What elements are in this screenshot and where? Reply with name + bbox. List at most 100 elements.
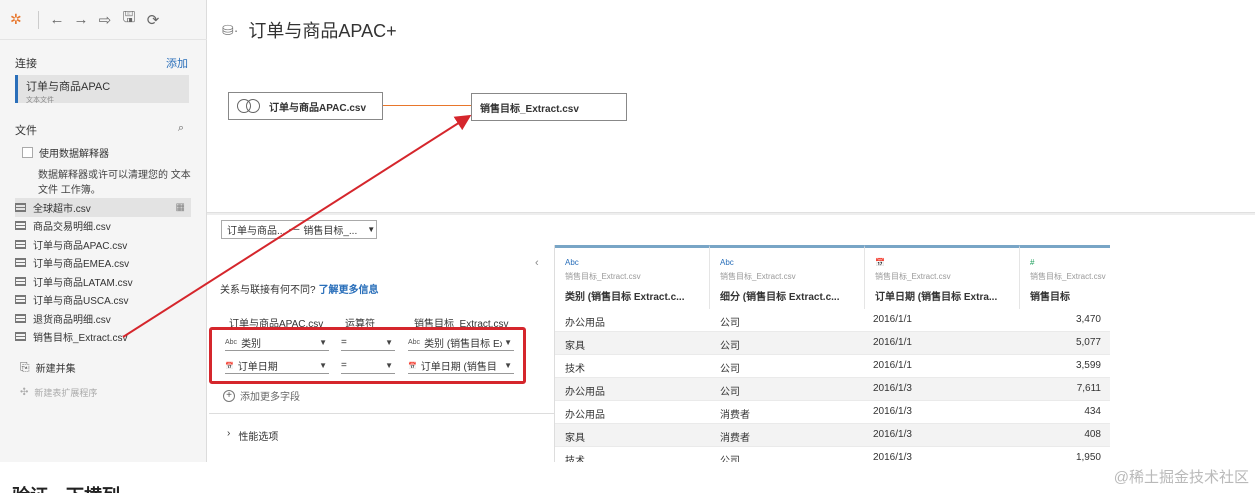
table-cell: 家具 [565,341,585,352]
file-label: 订单与商品LATAM.csv [33,277,133,289]
clause-right-value: 订单日期 (销售目 [420,362,497,373]
back-icon[interactable]: ← [47,11,67,28]
date-type-icon: 📅 [225,362,234,370]
table-cell: 1,950 [1075,452,1101,462]
union-icon: ⎘ [20,360,30,374]
file-item[interactable]: 退货商品明细.csv [15,309,191,328]
table-row[interactable]: 办公用品 公司 2016/1/1 3,470 [555,309,1110,332]
clause-right-field[interactable]: 📅 订单日期 (销售目 ▼ [408,358,514,374]
chevron-down-icon: ▼ [367,225,376,234]
table-row[interactable]: 技术 公司 2016/1/1 3,599 [555,355,1110,378]
clause-right-field[interactable]: Abc 类别 (销售目标 Ex ▼ [408,335,514,351]
table-row[interactable]: 办公用品 公司 2016/1/3 7,611 [555,378,1110,401]
file-list: 全球超市.csv ▦ 商品交易明细.csv 订单与商品APAC.csv 订单与商… [15,198,191,346]
date-type-icon: 📅 [408,362,417,370]
table-cell: 5,077 [1075,337,1101,348]
clause-operator[interactable]: = ▼ [341,335,395,351]
performance-options[interactable]: › 性能选项 [227,428,278,443]
file-item[interactable]: 全球超市.csv ▦ [15,198,191,217]
forward-icon[interactable]: → [71,11,91,28]
table-icon [15,221,26,231]
number-type-icon: # [1030,258,1035,267]
table-cell: 2016/1/1 [873,337,912,348]
datasource-title-area: ⛁· 订单与商品APAC+ [222,17,397,43]
file-item[interactable]: 订单与商品LATAM.csv [15,272,191,291]
table-icon [15,202,26,212]
connection-item[interactable]: 订单与商品APAC 文本文件 [15,75,189,104]
table-row[interactable]: 办公用品 消费者 2016/1/3 434 [555,401,1110,424]
file-item[interactable]: 销售目标_Extract.csv [15,328,191,347]
string-type-icon: Abc [408,339,421,346]
table-cell: 408 [1084,429,1101,440]
table-row[interactable]: 家具 公司 2016/1/1 5,077 [555,332,1110,355]
datasource-title[interactable]: 订单与商品APAC+ [248,17,396,43]
table-cell: 家具 [565,433,585,444]
connection-name: 订单与商品APAC [26,81,111,93]
divider [209,413,554,414]
join-info: 关系与联接有何不同? 了解更多信息 [220,281,379,296]
file-item[interactable]: 订单与商品APAC.csv [15,235,191,254]
redo-icon[interactable]: ⇨ [95,11,115,29]
join-selector-right: 销售目标_... [303,226,358,237]
extension-icon: ✣ [20,387,29,398]
new-union-label: 新建并集 [35,364,76,375]
join-selector-left: 订单与商品... [227,226,286,237]
column-header[interactable]: # 销售目标_Extract.csv 销售目标 [1020,245,1110,309]
table-cell: 3,470 [1075,314,1101,325]
chevron-down-icon: ▼ [319,338,327,347]
clause-left-value: 类别 [241,339,262,350]
interpreter-checkbox[interactable] [22,147,33,158]
file-label: 商品交易明细.csv [33,222,111,234]
table-row[interactable]: 家具 消费者 2016/1/3 408 [555,424,1110,447]
new-extension-label: 新建表扩展程序 [34,388,98,398]
table-cell: 2016/1/3 [873,452,912,462]
column-header[interactable]: Abc 销售目标_Extract.csv 细分 (销售目标 Extract.c.… [710,245,865,309]
table-cell: 公司 [720,341,740,352]
new-union-button[interactable]: ⎘ 新建并集 [20,360,76,375]
clause-left-field[interactable]: Abc 类别 ▼ [225,335,329,351]
toolbar-divider [38,10,39,29]
clause-left-field[interactable]: 📅 订单日期 ▼ [225,358,329,374]
table-cell: 2016/1/3 [873,406,912,417]
refresh-icon[interactable]: ⟳ [143,11,163,29]
file-label: 订单与商品APAC.csv [33,240,128,252]
right-table-box[interactable]: 销售目标_Extract.csv [471,93,627,121]
table-cell: 技术 [565,364,585,375]
add-field-button[interactable]: + 添加更多字段 [223,388,300,403]
table-cell: 2016/1/1 [873,360,912,371]
search-icon[interactable]: ⌕ [178,122,184,135]
file-item[interactable]: 订单与商品EMEA.csv [15,254,191,273]
table-cell: 2016/1/3 [873,429,912,440]
table-row[interactable]: 技术 公司 2016/1/3 1,950 [555,447,1110,462]
file-label: 订单与商品USCA.csv [33,296,129,308]
clause-operator[interactable]: = ▼ [341,358,395,374]
table-icon [15,239,26,249]
pane-divider[interactable] [207,212,1255,215]
table-icon [15,332,26,342]
file-item[interactable]: 订单与商品USCA.csv [15,291,191,310]
clause-op-value: = [341,360,347,371]
right-table-label: 销售目标_Extract.csv [480,103,579,115]
add-field-label: 添加更多字段 [240,392,300,403]
column-header[interactable]: 📅 销售目标_Extract.csv 订单日期 (销售目标 Extra... [865,245,1020,309]
chevron-down-icon: ▼ [385,361,393,370]
join-selector[interactable]: 订单与商品... — 销售目标_... ▼ [221,220,377,239]
join-venn-icon [237,99,261,113]
learn-more-link[interactable]: 了解更多信息 [319,285,379,296]
chevron-down-icon: ▼ [385,338,393,347]
interpreter-label: 使用数据解释器 [39,149,109,160]
column-name: 销售目标 [1030,292,1070,303]
table-cell: 办公用品 [565,318,605,329]
add-connection-link[interactable]: 添加 [166,55,188,71]
file-item[interactable]: 商品交易明细.csv [15,217,191,236]
column-header[interactable]: Abc 销售目标_Extract.csv 类别 (销售目标 Extract.c.… [555,245,710,309]
left-table-box[interactable]: 订单与商品APAC.csv [228,92,383,120]
new-extension-button[interactable]: ✣ 新建表扩展程序 [20,386,97,399]
left-table-label: 订单与商品APAC.csv [269,102,367,114]
database-icon: ⛁· [222,21,239,38]
table-cell: 技术 [565,456,585,462]
tableau-logo-icon: ✲ [10,11,22,27]
chevron-down-icon: ▼ [504,338,512,347]
save-icon[interactable]: 🖫 [119,7,139,32]
collapse-icon[interactable]: ‹ [535,257,539,269]
